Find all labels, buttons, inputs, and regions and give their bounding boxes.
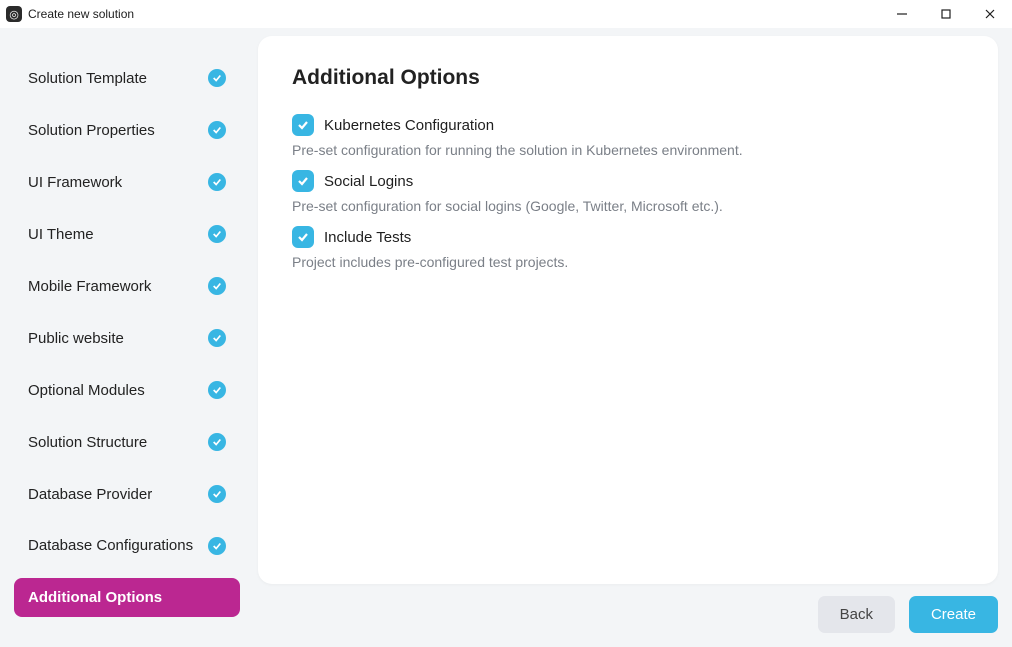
option-title: Social Logins <box>324 173 413 190</box>
create-button[interactable]: Create <box>909 596 998 633</box>
maximize-button[interactable] <box>924 0 968 28</box>
sidebar-item-label: Database Provider <box>28 486 152 503</box>
check-icon <box>208 277 226 295</box>
sidebar-item-label: Optional Modules <box>28 382 145 399</box>
check-icon <box>208 433 226 451</box>
sidebar-item-mobile-framework[interactable]: Mobile Framework <box>14 266 240 306</box>
check-icon <box>208 381 226 399</box>
option-description: Pre-set configuration for running the so… <box>292 142 964 158</box>
sidebar-item-solution-template[interactable]: Solution Template <box>14 58 240 98</box>
sidebar-item-database-provider[interactable]: Database Provider <box>14 474 240 514</box>
sidebar-item-label: Mobile Framework <box>28 278 151 295</box>
option-head: Social Logins <box>292 170 964 192</box>
check-icon <box>208 485 226 503</box>
check-icon <box>208 69 226 87</box>
back-button[interactable]: Back <box>818 596 895 633</box>
sidebar-item-label: Solution Structure <box>28 434 147 451</box>
sidebar-item-ui-theme[interactable]: UI Theme <box>14 214 240 254</box>
main-layout: Solution Template Solution Properties UI… <box>0 28 1012 647</box>
close-button[interactable] <box>968 0 1012 28</box>
title-bar: ◎ Create new solution <box>0 0 1012 28</box>
check-icon <box>208 225 226 243</box>
check-icon <box>208 173 226 191</box>
option-head: Kubernetes Configuration <box>292 114 964 136</box>
sidebar-item-label: Additional Options <box>28 589 162 606</box>
footer-actions: Back Create <box>258 584 998 633</box>
sidebar-item-optional-modules[interactable]: Optional Modules <box>14 370 240 410</box>
option-head: Include Tests <box>292 226 964 248</box>
options-panel: Additional Options Kubernetes Configurat… <box>258 36 998 584</box>
check-icon <box>208 121 226 139</box>
window-title: Create new solution <box>28 7 880 21</box>
app-icon: ◎ <box>6 6 22 22</box>
sidebar-item-label: Public website <box>28 330 124 347</box>
sidebar-item-label: UI Theme <box>28 226 94 243</box>
option-description: Project includes pre-configured test pro… <box>292 254 964 270</box>
sidebar-item-label: Solution Properties <box>28 122 155 139</box>
option-title: Include Tests <box>324 229 411 246</box>
sidebar-item-solution-properties[interactable]: Solution Properties <box>14 110 240 150</box>
content-column: Additional Options Kubernetes Configurat… <box>258 36 998 633</box>
option-title: Kubernetes Configuration <box>324 117 494 134</box>
sidebar-item-ui-framework[interactable]: UI Framework <box>14 162 240 202</box>
wizard-sidebar: Solution Template Solution Properties UI… <box>14 36 240 633</box>
sidebar-item-public-website[interactable]: Public website <box>14 318 240 358</box>
checkbox-include-tests[interactable] <box>292 226 314 248</box>
option-description: Pre-set configuration for social logins … <box>292 198 964 214</box>
sidebar-item-label: Database Configurations <box>28 537 193 554</box>
option-social-logins: Social Logins Pre-set configuration for … <box>292 170 964 214</box>
sidebar-item-label: Solution Template <box>28 70 147 87</box>
sidebar-item-database-configurations[interactable]: Database Configurations <box>14 526 240 566</box>
option-kubernetes: Kubernetes Configuration Pre-set configu… <box>292 114 964 158</box>
check-icon <box>208 329 226 347</box>
sidebar-item-solution-structure[interactable]: Solution Structure <box>14 422 240 462</box>
window-controls <box>880 0 1012 28</box>
sidebar-item-label: UI Framework <box>28 174 122 191</box>
minimize-button[interactable] <box>880 0 924 28</box>
option-include-tests: Include Tests Project includes pre-confi… <box>292 226 964 270</box>
page-title: Additional Options <box>292 66 964 90</box>
checkbox-kubernetes[interactable] <box>292 114 314 136</box>
checkbox-social-logins[interactable] <box>292 170 314 192</box>
check-icon <box>208 537 226 555</box>
sidebar-item-additional-options[interactable]: Additional Options <box>14 578 240 617</box>
